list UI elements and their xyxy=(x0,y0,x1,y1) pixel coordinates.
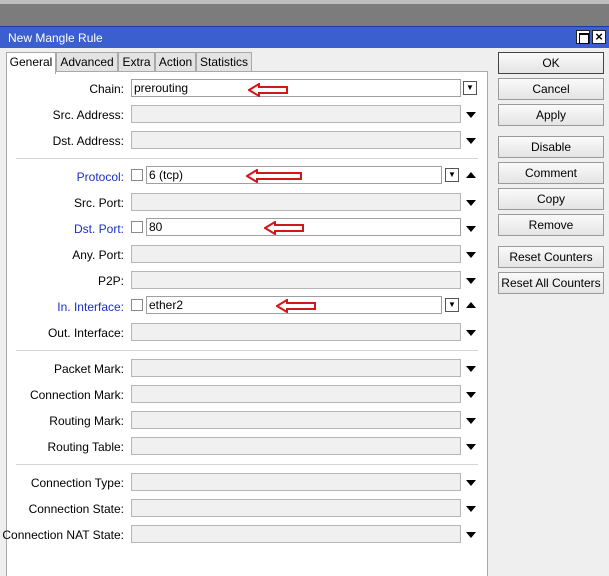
packet-mark-field[interactable] xyxy=(131,359,461,377)
chain-label: Chain: xyxy=(89,82,124,96)
src-address-label: Src. Address: xyxy=(52,108,124,122)
routing-table-label: Routing Table: xyxy=(47,440,125,454)
src-port-label: Src. Port: xyxy=(73,196,124,210)
in-interface-collapse-up-icon[interactable] xyxy=(466,302,476,308)
p2p-dropdown-icon[interactable] xyxy=(466,278,476,284)
out-interface-label: Out. Interface: xyxy=(47,326,124,340)
section-divider xyxy=(16,350,478,351)
connection-nat-state-field[interactable] xyxy=(131,525,461,543)
tab-advanced[interactable]: Advanced xyxy=(56,52,118,72)
chain-dropdown-icon[interactable]: ▼ xyxy=(463,81,477,95)
section-divider xyxy=(16,158,478,159)
routing-mark-field[interactable] xyxy=(131,411,461,429)
protocol-collapse-up-icon[interactable] xyxy=(466,172,476,178)
reset-all-counters-button[interactable]: Reset All Counters xyxy=(498,272,604,294)
annotation-arrow-icon xyxy=(264,221,304,235)
annotation-arrow-icon xyxy=(246,169,302,183)
tab-action[interactable]: Action xyxy=(155,52,196,72)
routing-mark-label: Routing Mark: xyxy=(49,414,124,428)
connection-mark-dropdown-icon[interactable] xyxy=(466,392,476,398)
close-icon[interactable]: × xyxy=(592,30,606,44)
annotation-arrow-icon xyxy=(248,83,288,97)
dst-address-field[interactable] xyxy=(131,131,461,149)
window-titlebar[interactable]: New Mangle Rule × xyxy=(0,26,609,48)
connection-nat-state-label: Connection NAT State: xyxy=(2,528,124,542)
connection-state-dropdown-icon[interactable] xyxy=(466,506,476,512)
protocol-negate-checkbox[interactable] xyxy=(131,169,143,181)
dst-port-dropdown-icon[interactable] xyxy=(466,226,476,232)
dst-port-label: Dst. Port: xyxy=(73,222,124,236)
in-interface-dropdown-icon[interactable]: ▼ xyxy=(445,298,459,312)
annotation-arrow-icon xyxy=(276,299,316,313)
out-interface-dropdown-icon[interactable] xyxy=(466,330,476,336)
window-title: New Mangle Rule xyxy=(8,31,103,45)
dst-port-negate-checkbox[interactable] xyxy=(131,221,143,233)
src-address-field[interactable] xyxy=(131,105,461,123)
dst-address-dropdown-icon[interactable] xyxy=(466,138,476,144)
out-interface-field[interactable] xyxy=(131,323,461,341)
connection-mark-label: Connection Mark: xyxy=(29,388,124,402)
connection-type-field[interactable] xyxy=(131,473,461,491)
section-divider xyxy=(16,464,478,465)
comment-button[interactable]: Comment xyxy=(498,162,604,184)
tab-general[interactable]: General xyxy=(6,52,56,74)
connection-nat-state-dropdown-icon[interactable] xyxy=(466,532,476,538)
connection-mark-field[interactable] xyxy=(131,385,461,403)
in-interface-negate-checkbox[interactable] xyxy=(131,299,143,311)
in-interface-label: In. Interface: xyxy=(57,300,124,314)
apply-button[interactable]: Apply xyxy=(498,104,604,126)
tab-statistics[interactable]: Statistics xyxy=(196,52,252,72)
desktop-edge xyxy=(0,0,609,4)
connection-type-label: Connection Type: xyxy=(30,476,124,490)
packet-mark-label: Packet Mark: xyxy=(53,362,124,376)
protocol-dropdown-icon[interactable]: ▼ xyxy=(445,168,459,182)
any-port-dropdown-icon[interactable] xyxy=(466,252,476,258)
protocol-label: Protocol: xyxy=(76,170,124,184)
routing-mark-dropdown-icon[interactable] xyxy=(466,418,476,424)
remove-button[interactable]: Remove xyxy=(498,214,604,236)
any-port-field[interactable] xyxy=(131,245,461,263)
any-port-label: Any. Port: xyxy=(72,248,124,262)
packet-mark-dropdown-icon[interactable] xyxy=(466,366,476,372)
tab-extra[interactable]: Extra xyxy=(118,52,155,72)
cancel-button[interactable]: Cancel xyxy=(498,78,604,100)
dst-address-label: Dst. Address: xyxy=(52,134,124,148)
desktop-background xyxy=(0,0,609,26)
connection-type-dropdown-icon[interactable] xyxy=(466,480,476,486)
p2p-field[interactable] xyxy=(131,271,461,289)
src-port-field[interactable] xyxy=(131,193,461,211)
src-port-dropdown-icon[interactable] xyxy=(466,200,476,206)
chain-field[interactable]: prerouting xyxy=(131,79,461,97)
reset-counters-button[interactable]: Reset Counters xyxy=(498,246,604,268)
copy-button[interactable]: Copy xyxy=(498,188,604,210)
routing-table-dropdown-icon[interactable] xyxy=(466,444,476,450)
p2p-label: P2P: xyxy=(97,274,124,288)
routing-table-field[interactable] xyxy=(131,437,461,455)
connection-state-label: Connection State: xyxy=(28,502,124,516)
connection-state-field[interactable] xyxy=(131,499,461,517)
disable-button[interactable]: Disable xyxy=(498,136,604,158)
maximize-icon[interactable] xyxy=(576,30,590,44)
ok-button[interactable]: OK xyxy=(498,52,604,74)
src-address-dropdown-icon[interactable] xyxy=(466,112,476,118)
mangle-rule-window: General Advanced Extra Action Statistics… xyxy=(0,48,609,576)
